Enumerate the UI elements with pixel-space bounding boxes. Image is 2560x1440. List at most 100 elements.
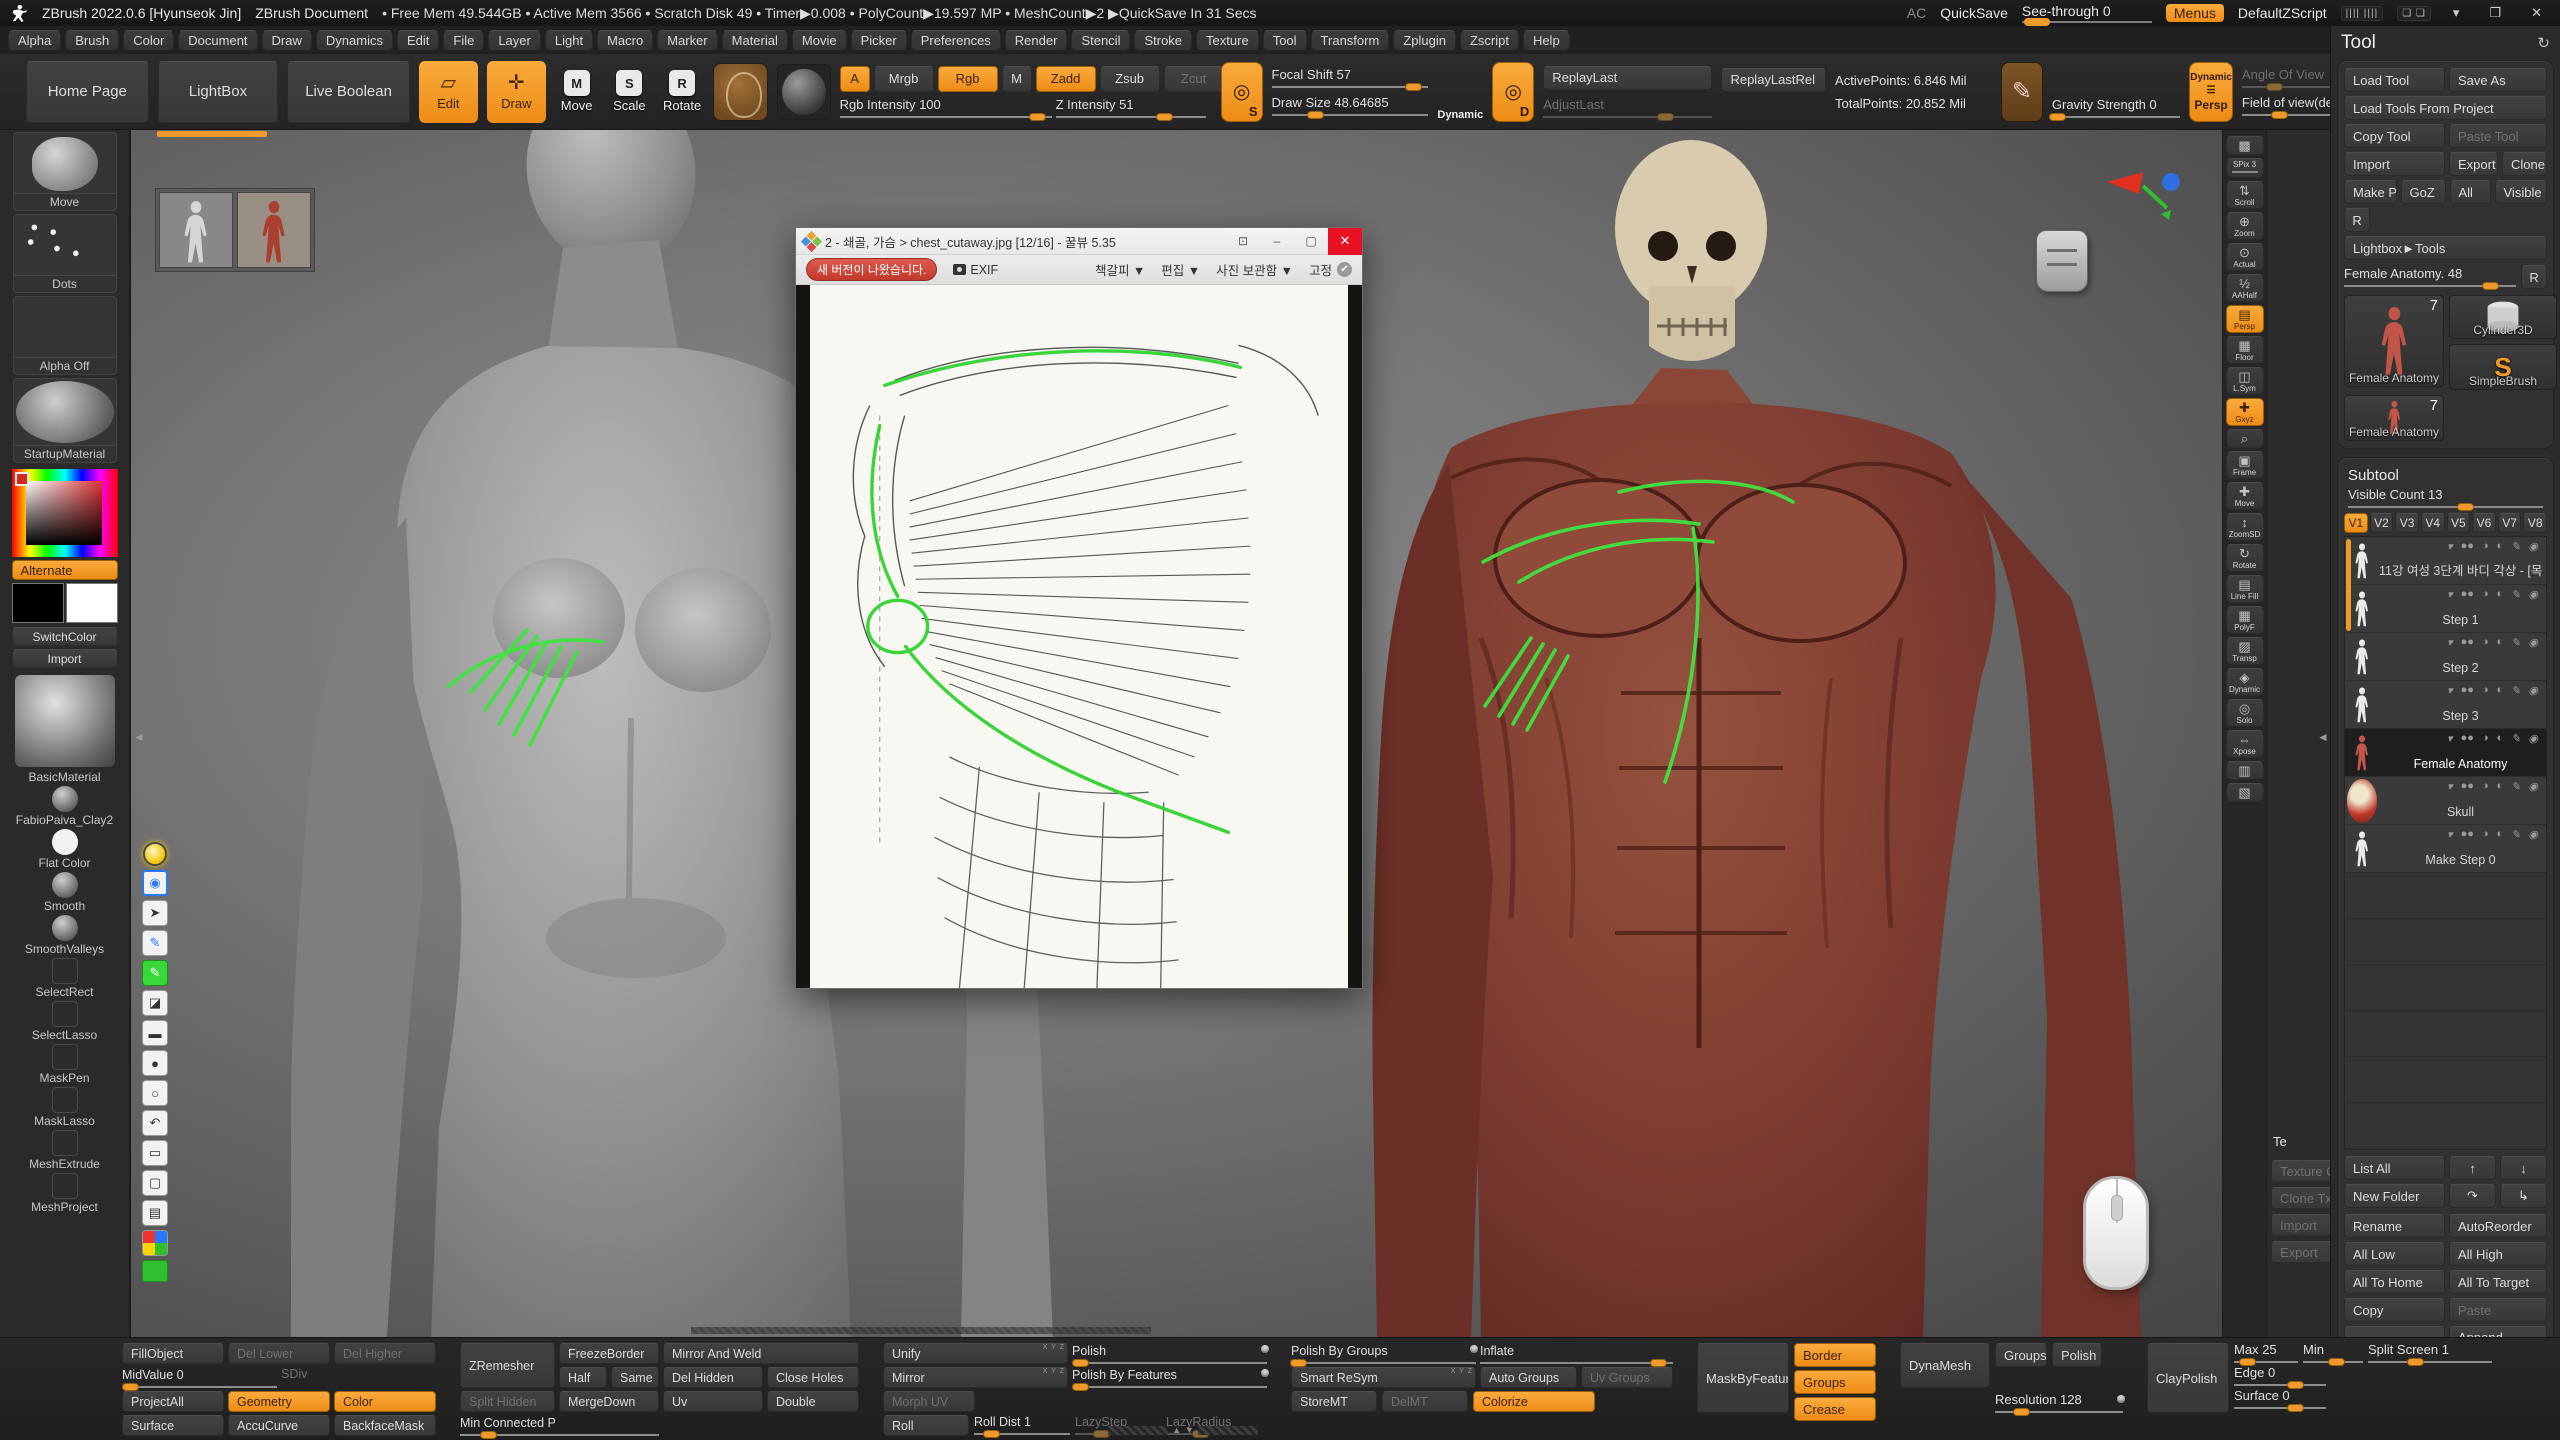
draw-mode-button[interactable]: ✛ Draw bbox=[487, 61, 546, 123]
viewer-fullscreen-button[interactable]: ⊡ bbox=[1226, 228, 1260, 255]
subtool-action-button[interactable]: Copy bbox=[2344, 1298, 2445, 1322]
menu-item[interactable]: Material bbox=[722, 30, 788, 51]
viewer-image-area[interactable] bbox=[796, 285, 1362, 988]
layout-switch-icon[interactable]: ❏ ❏ bbox=[2397, 6, 2431, 21]
menu-item[interactable]: Zscript bbox=[1460, 30, 1519, 51]
right-shelf-button[interactable]: ⌕ bbox=[2226, 429, 2264, 448]
subtool-item[interactable]: ▾ ●● ◑ ◐ ✎ ◉ bbox=[2345, 919, 2546, 965]
right-shelf-button[interactable]: ✚ Move bbox=[2226, 482, 2264, 510]
right-shelf-button[interactable]: ½ AAHalf bbox=[2226, 274, 2264, 302]
tool-action-button[interactable]: R bbox=[2344, 208, 2370, 232]
previous-tool-thumbnail[interactable]: 7 Female Anatomy bbox=[2344, 395, 2444, 441]
double-button[interactable]: Double bbox=[767, 1391, 859, 1412]
viewer-close-button[interactable]: ✕ bbox=[1328, 228, 1362, 255]
tool-action-button[interactable]: Visible bbox=[2495, 180, 2548, 204]
subtool-item[interactable]: ▾ ●● ◑ ◐ ✎ ◉ bbox=[2345, 1011, 2546, 1057]
colorize-button[interactable]: Colorize bbox=[1473, 1391, 1595, 1412]
right-shelf-button[interactable]: ▦ Floor bbox=[2226, 336, 2264, 364]
gravity-strength-slider[interactable]: Gravity Strength 0 bbox=[2052, 98, 2180, 118]
resolution-radio[interactable] bbox=[2117, 1395, 2125, 1403]
basic-material-label[interactable]: BasicMaterial bbox=[28, 770, 100, 784]
pbf-radio[interactable] bbox=[1261, 1369, 1269, 1377]
pbg-radio[interactable] bbox=[1470, 1345, 1478, 1353]
tool-r-button[interactable]: R bbox=[2521, 265, 2547, 289]
tool-action-button[interactable]: Clone bbox=[2502, 152, 2547, 176]
panel-collapse-arrow[interactable]: ◄ bbox=[2317, 730, 2329, 744]
tool-action-button[interactable]: Load Tool bbox=[2344, 68, 2445, 92]
texture-sliver-button[interactable]: Texture On bbox=[2271, 1160, 2330, 1182]
polish-by-groups-slider[interactable]: Polish By Groups bbox=[1291, 1343, 1476, 1364]
tool-action-button[interactable]: GoZ bbox=[2401, 180, 2446, 204]
mask-by-feature-button[interactable]: MaskByFeature bbox=[1697, 1343, 1789, 1413]
menu-item[interactable]: Preferences bbox=[911, 30, 1001, 51]
roll-button[interactable]: Roll bbox=[883, 1415, 969, 1436]
subtool-list-action[interactable]: ↳ bbox=[2500, 1184, 2547, 1208]
import-texture-button[interactable]: Import bbox=[12, 649, 118, 668]
accucurve-button[interactable]: AccuCurve bbox=[228, 1415, 330, 1436]
subtool-action-button[interactable]: AutoReorder bbox=[2449, 1214, 2547, 1238]
viewer-minimize-button[interactable]: – bbox=[1260, 228, 1294, 255]
tool-action-button[interactable]: Export bbox=[2449, 152, 2498, 176]
dynamic-label[interactable]: Dynamic bbox=[1437, 63, 1483, 121]
simplebrush-tool[interactable]: S SimpleBrush bbox=[2449, 344, 2557, 390]
quick-pick-item[interactable]: SelectRect bbox=[9, 958, 121, 999]
pen-strip-tool[interactable]: ▤ bbox=[142, 1200, 168, 1226]
update-notice-button[interactable]: 새 버전이 나왔습니다. bbox=[806, 258, 937, 281]
uv-button[interactable]: Uv bbox=[663, 1391, 763, 1412]
subtool-item[interactable]: ▾ ●● ◑ ◐ ✎ ◉ Female Anatomy bbox=[2345, 729, 2546, 777]
subtool-version-tab[interactable]: V8 bbox=[2523, 513, 2547, 533]
pen-strip-tool[interactable]: ✎ bbox=[142, 960, 168, 986]
crease-button[interactable]: Crease bbox=[1794, 1397, 1876, 1421]
pen-strip-tool[interactable]: ↶ bbox=[142, 1110, 168, 1136]
split-screen-slider[interactable]: Split Screen 1 bbox=[2368, 1343, 2492, 1363]
pen-strip-tool[interactable]: ● bbox=[142, 1050, 168, 1076]
edit-mode-button[interactable]: ▱ Edit bbox=[419, 61, 478, 123]
switch-color-button[interactable]: SwitchColor bbox=[12, 627, 118, 646]
menu-item[interactable]: Layer bbox=[488, 30, 541, 51]
pen-strip-tool[interactable]: ○ bbox=[142, 1080, 168, 1106]
right-shelf-button[interactable]: ▤ Line Fill bbox=[2226, 575, 2264, 603]
viewer-maximize-button[interactable]: ▢ bbox=[1294, 228, 1328, 255]
claypolish-min-slider[interactable]: Min bbox=[2303, 1343, 2363, 1363]
quick-pick-item[interactable]: MaskLasso bbox=[9, 1087, 121, 1128]
color-picker[interactable] bbox=[12, 469, 118, 557]
right-shelf-button[interactable]: ▩ bbox=[2226, 136, 2264, 155]
close-holes-button[interactable]: Close Holes bbox=[767, 1367, 859, 1388]
menus-toggle[interactable]: Menus bbox=[2166, 4, 2224, 22]
midvalue-slider[interactable]: MidValue 0 bbox=[122, 1367, 277, 1388]
menu-item[interactable]: Alpha bbox=[8, 30, 61, 51]
visible-count-slider[interactable]: Visible Count 13 bbox=[2348, 488, 2543, 508]
rgb-intensity-slider[interactable]: Rgb Intensity 100 bbox=[840, 98, 1052, 118]
menu-item[interactable]: Help bbox=[1523, 30, 1570, 51]
subtool-list-action[interactable]: New Folder bbox=[2344, 1184, 2445, 1208]
subtool-list-action[interactable]: List All bbox=[2344, 1156, 2445, 1180]
subtool-version-tab[interactable]: V6 bbox=[2472, 513, 2496, 533]
current-material-thumbnail[interactable] bbox=[777, 64, 830, 120]
subtool-action-button[interactable]: All High bbox=[2449, 1242, 2547, 1266]
texture-sliver-button[interactable]: Import bbox=[2271, 1214, 2330, 1236]
live-boolean-button[interactable]: Live Boolean bbox=[287, 61, 410, 123]
right-shelf-button[interactable]: ✚ Gxyz bbox=[2226, 398, 2264, 426]
del-lower-button[interactable]: Del Lower bbox=[228, 1343, 330, 1364]
menu-item[interactable]: Document bbox=[178, 30, 257, 51]
tray-swatch[interactable]: Move bbox=[9, 132, 121, 211]
default-zscript-button[interactable]: DefaultZScript bbox=[2238, 5, 2327, 21]
current-brush-thumbnail[interactable] bbox=[713, 63, 768, 121]
inflate-slider[interactable]: Inflate bbox=[1480, 1343, 1673, 1364]
right-shelf-button[interactable]: ▨ Transp bbox=[2226, 637, 2264, 665]
border-button[interactable]: Border bbox=[1794, 1343, 1876, 1367]
polish-radio[interactable] bbox=[1261, 1345, 1269, 1353]
quick-pick-item[interactable]: SelectLasso bbox=[9, 1001, 121, 1042]
subtool-version-tab[interactable]: V5 bbox=[2447, 513, 2471, 533]
tool-name-slider[interactable]: Female Anatomy. 48 bbox=[2344, 267, 2516, 287]
lightbox-button[interactable]: LightBox bbox=[158, 61, 279, 123]
quick-pick-item[interactable]: MeshProject bbox=[9, 1173, 121, 1214]
half-button[interactable]: Half bbox=[559, 1367, 607, 1388]
gravity-pencil-icon[interactable]: ✎ bbox=[2001, 62, 2043, 122]
cylinder3d-tool[interactable]: Cylinder3D bbox=[2449, 295, 2557, 339]
replay-last-rel-button[interactable]: ReplayLastRel bbox=[1721, 68, 1826, 92]
edit-menu[interactable]: 편집 ▼ bbox=[1161, 260, 1200, 279]
roll-dist-slider[interactable]: Roll Dist 1 bbox=[974, 1415, 1070, 1435]
subtool-item[interactable]: ▾ ●● ◑ ◐ ✎ ◉ Step 3 bbox=[2345, 681, 2546, 729]
polish-by-features-slider[interactable]: Polish By Features bbox=[1072, 1367, 1267, 1388]
